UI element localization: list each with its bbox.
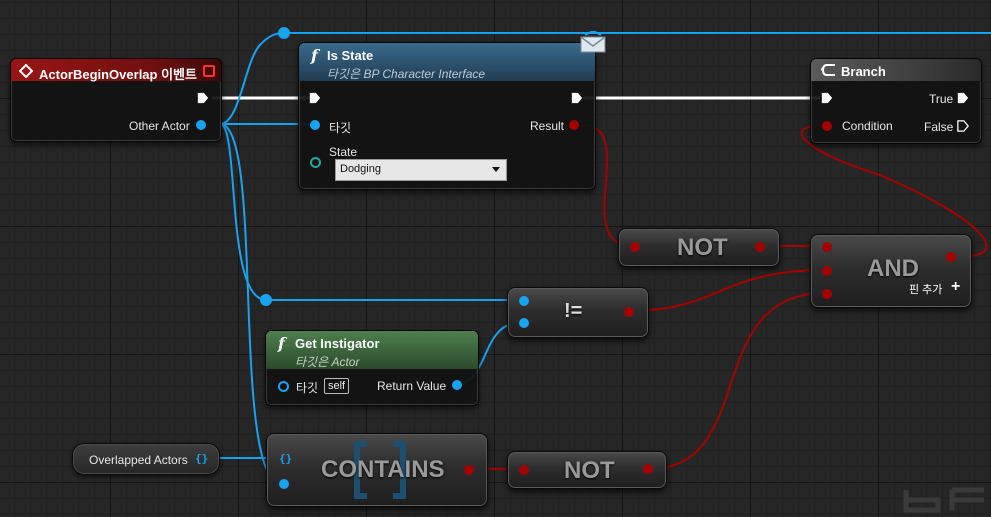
blueprint-watermark-icon — [903, 487, 984, 513]
is-state-target-label: 타깃 — [329, 121, 352, 135]
branch-true-pin[interactable] — [957, 92, 969, 104]
event-diamond-icon — [19, 64, 33, 78]
is-state-result-label: Result — [530, 119, 565, 133]
is-state-header: f Is State 타깃은 BP Character Interface — [299, 43, 595, 81]
event-delegate-pin[interactable] — [203, 65, 215, 77]
overlapped-actors-label: Overlapped Actors — [89, 453, 188, 467]
contains-array-pin[interactable]: {} — [279, 452, 292, 465]
not-top-label: NOT — [677, 234, 728, 261]
contains-node[interactable]: {} CONTAINS — [266, 433, 488, 507]
not-bottom-input-pin[interactable] — [519, 465, 529, 475]
not-node-bottom[interactable]: NOT — [507, 451, 667, 489]
bool-wire-noteq-and — [627, 269, 827, 312]
add-pin-label[interactable]: 핀 추가 — [909, 281, 942, 297]
contains-output-pin[interactable] — [464, 465, 474, 475]
get-instigator-target-label: 타깃 — [296, 381, 319, 395]
function-f-icon: f — [278, 334, 285, 353]
and-node[interactable]: AND 핀 추가 + — [810, 234, 972, 308]
not-equal-input-b-pin[interactable] — [519, 318, 529, 328]
not-top-input-pin[interactable] — [630, 242, 640, 252]
branch-title: Branch — [841, 64, 886, 79]
branch-exec-in-pin[interactable] — [821, 92, 833, 104]
and-input-a-pin[interactable] — [822, 242, 832, 252]
get-instigator-node[interactable]: f Get Instigator 타깃은 Actor 타깃 self Retur… — [265, 330, 479, 406]
function-f-icon: f — [311, 46, 318, 65]
is-state-subtitle: 타깃은 BP Character Interface — [327, 67, 486, 81]
get-instigator-header: f Get Instigator 타깃은 Actor — [266, 331, 478, 369]
not-top-output-pin[interactable] — [755, 242, 765, 252]
chevron-down-icon — [492, 167, 500, 172]
state-dropdown-value: Dodging — [340, 163, 381, 175]
is-state-state-pin[interactable] — [310, 157, 321, 168]
envelope-icon — [580, 31, 606, 53]
not-equal-input-a-pin[interactable] — [519, 296, 529, 306]
plus-icon[interactable]: + — [951, 278, 960, 296]
not-bottom-label: NOT — [564, 457, 615, 484]
branch-false-label: False — [924, 120, 954, 134]
contains-label: CONTAINS — [321, 456, 445, 483]
and-output-pin[interactable] — [946, 252, 956, 262]
other-actor-pin[interactable] — [196, 120, 206, 130]
is-state-result-pin[interactable] — [569, 120, 579, 130]
is-state-title: Is State — [327, 48, 374, 63]
not-node-top[interactable]: NOT — [618, 228, 780, 267]
not-equal-output-pin[interactable] — [624, 307, 634, 317]
exec-out-pin[interactable] — [197, 92, 209, 104]
branch-header: Branch — [811, 59, 981, 81]
event-node-title: ActorBeginOverlap 이벤트 — [39, 67, 197, 82]
event-node-header: ActorBeginOverlap 이벤트 — [11, 59, 221, 82]
object-wire-contains — [219, 123, 283, 485]
is-state-node[interactable]: f Is State 타깃은 BP Character Interface 타깃… — [298, 31, 606, 190]
contains-item-pin[interactable] — [279, 479, 289, 489]
branch-true-label: True — [929, 92, 954, 106]
branch-false-pin[interactable] — [957, 120, 969, 132]
return-value-pin[interactable] — [452, 380, 462, 390]
other-actor-label: Other Actor — [129, 119, 190, 133]
state-dropdown[interactable]: Dodging — [335, 159, 507, 181]
reroute-knot-mid — [260, 294, 272, 306]
is-state-state-label: State — [329, 145, 358, 159]
branch-condition-label: Condition — [842, 119, 893, 133]
overlapped-actors-variable[interactable]: Overlapped Actors {} — [72, 443, 220, 475]
is-state-target-pin[interactable] — [310, 120, 320, 130]
get-instigator-target-pin[interactable] — [278, 381, 289, 392]
branch-node[interactable]: Branch True Condition False — [810, 58, 982, 144]
not-equal-node[interactable]: != — [507, 287, 649, 338]
event-node-actor-begin-overlap[interactable]: ActorBeginOverlap 이벤트 Other Actor — [10, 58, 222, 142]
array-pin-icon[interactable]: {} — [195, 452, 208, 465]
is-state-exec-in-pin[interactable] — [309, 92, 321, 104]
reroute-knot-top — [278, 27, 290, 39]
is-state-exec-out-pin[interactable] — [571, 92, 583, 104]
self-default-value[interactable]: self — [324, 378, 350, 394]
branch-arrow-icon — [821, 64, 835, 76]
branch-condition-pin[interactable] — [822, 121, 832, 131]
not-equal-label: != — [564, 300, 583, 322]
and-label: AND — [867, 255, 919, 282]
not-bottom-output-pin[interactable] — [643, 464, 653, 474]
bool-wire-not-and2 — [647, 292, 827, 470]
and-input-c-pin[interactable] — [822, 289, 832, 299]
return-value-label: Return Value — [377, 379, 447, 393]
get-instigator-subtitle: 타깃은 Actor — [295, 355, 360, 369]
get-instigator-title: Get Instigator — [295, 336, 380, 351]
and-input-b-pin[interactable] — [822, 266, 832, 276]
